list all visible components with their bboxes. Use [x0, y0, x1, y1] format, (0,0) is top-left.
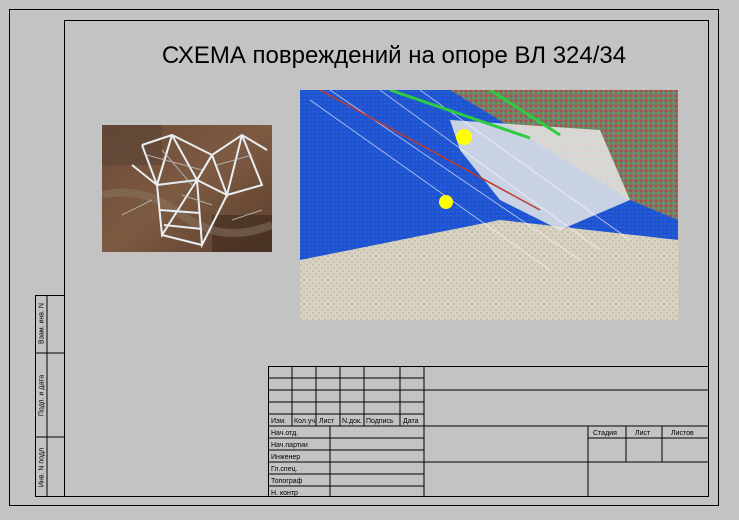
side-stamp: Взам. инв. N Подп. и дата Инв. N подл — [35, 295, 64, 497]
tower-photo — [102, 125, 272, 252]
side-label-signature-date: Подп. и дата — [38, 374, 46, 417]
header-izm: Изм. — [271, 418, 286, 425]
sheets-header: Листов — [671, 430, 694, 437]
role-nach-otd: Нач.отд. — [271, 430, 299, 437]
header-data: Дата — [403, 418, 419, 425]
side-label-replace-inv: Взам. инв. N — [38, 303, 46, 344]
role-topograf: Топограф — [271, 478, 303, 485]
header-kol-uch: Кол.уч. — [294, 418, 317, 425]
role-inzhener: Инженер — [271, 454, 301, 461]
role-nach-partii: Нач.партии — [271, 442, 308, 449]
damage-marker-lower — [439, 195, 453, 209]
header-podpis: Подпись — [366, 418, 394, 425]
role-gl-spec: Гл.спец. — [271, 466, 298, 473]
drawing-title: СХЕМА повреждений на опоре ВЛ 324/34 — [161, 42, 627, 69]
header-list: Лист — [319, 418, 335, 425]
point-cloud-scan — [300, 90, 678, 320]
sheet-header: Лист — [635, 430, 651, 437]
side-label-inv-original: Инв. N подл — [38, 447, 46, 488]
header-n-dok: N.док. — [342, 418, 362, 425]
title-block: Изм. Кол.уч. Лист N.док. Подпись Дата На… — [268, 366, 709, 497]
role-n-kontr: Н. контр — [271, 490, 298, 497]
stage-header: Стадия — [593, 430, 617, 437]
damage-marker-upper — [456, 129, 472, 145]
